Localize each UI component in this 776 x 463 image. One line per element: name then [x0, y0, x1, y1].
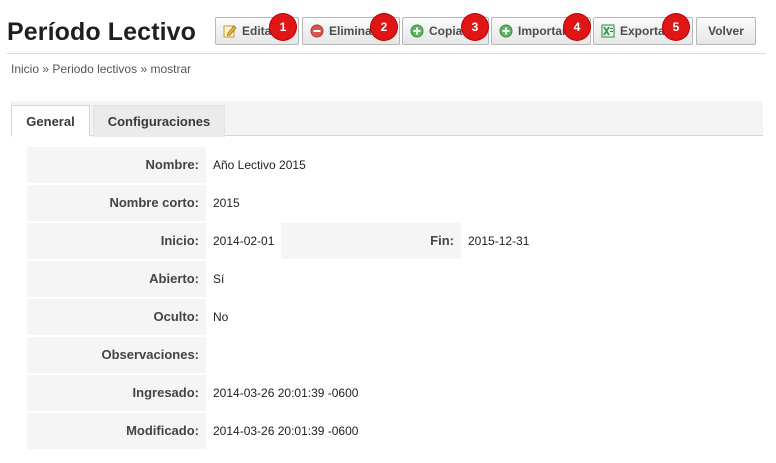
field-value: 2015 [213, 196, 240, 210]
tab-general[interactable]: General [11, 105, 90, 137]
field-value: Sí [213, 272, 225, 286]
page-title: Período Lectivo [7, 18, 197, 46]
step-badge-4: 4 [564, 14, 590, 40]
field-value: 2015-12-31 [468, 234, 530, 248]
step-badge-3: 3 [462, 14, 488, 40]
field-value: Año Lectivo 2015 [213, 158, 306, 172]
field-value [206, 337, 766, 373]
field-label: Modificado: [27, 413, 206, 449]
breadcrumb-separator: » [140, 62, 148, 76]
field-label: Nombre: [27, 147, 206, 183]
field-row-inicio-fin: Inicio: 2014-02-01 Fin: 2015-12-31 [27, 223, 767, 259]
breadcrumb-current: mostrar [150, 62, 192, 76]
step-badge-1: 1 [270, 14, 296, 40]
export-button-label: Exportar [620, 24, 670, 38]
breadcrumb-separator: » [42, 62, 50, 76]
header-divider [7, 53, 766, 54]
field-value: 2014-02-01 [213, 234, 275, 248]
pencil-note-icon [223, 24, 237, 38]
field-value: No [213, 310, 229, 324]
step-badge-2: 2 [371, 14, 397, 40]
field-row-nombre-corto: Nombre corto: 2015 [27, 185, 767, 221]
delete-button-label: Eliminar [329, 24, 377, 38]
minus-circle-icon [310, 24, 324, 38]
field-label: Observaciones: [27, 337, 206, 373]
field-label: Fin: [281, 223, 461, 259]
field-label: Inicio: [27, 223, 206, 259]
field-value: 2014-03-26 20:01:39 -0600 [213, 424, 359, 438]
breadcrumb-periods-link[interactable]: Periodo lectivos [52, 62, 137, 76]
breadcrumb: Inicio » Periodo lectivos » mostrar [11, 62, 191, 76]
field-label: Oculto: [27, 299, 206, 335]
tab-configuraciones[interactable]: Configuraciones [93, 105, 225, 137]
field-label: Ingresado: [27, 375, 206, 411]
field-value: 2014-03-26 20:01:39 -0600 [213, 386, 359, 400]
field-row-observaciones: Observaciones: [27, 337, 767, 373]
field-row-abierto: Abierto: Sí [27, 261, 767, 297]
tab-bar: General Configuraciones [11, 101, 763, 137]
field-label: Nombre corto: [27, 185, 206, 221]
back-button-label: Volver [708, 24, 744, 38]
field-row-nombre: Nombre: Año Lectivo 2015 [27, 147, 767, 183]
field-label: Abierto: [27, 261, 206, 297]
spreadsheet-icon [601, 24, 615, 38]
field-row-modificado: Modificado: 2014-03-26 20:01:39 -0600 [27, 413, 767, 449]
back-button[interactable]: Volver [696, 17, 756, 45]
step-badge-5: 5 [663, 14, 689, 40]
plus-circle-icon [499, 24, 513, 38]
field-row-ingresado: Ingresado: 2014-03-26 20:01:39 -0600 [27, 375, 767, 411]
import-button-label: Importar [518, 24, 567, 38]
field-row-oculto: Oculto: No [27, 299, 767, 335]
plus-circle-icon [410, 24, 424, 38]
breadcrumb-home-link[interactable]: Inicio [11, 62, 39, 76]
